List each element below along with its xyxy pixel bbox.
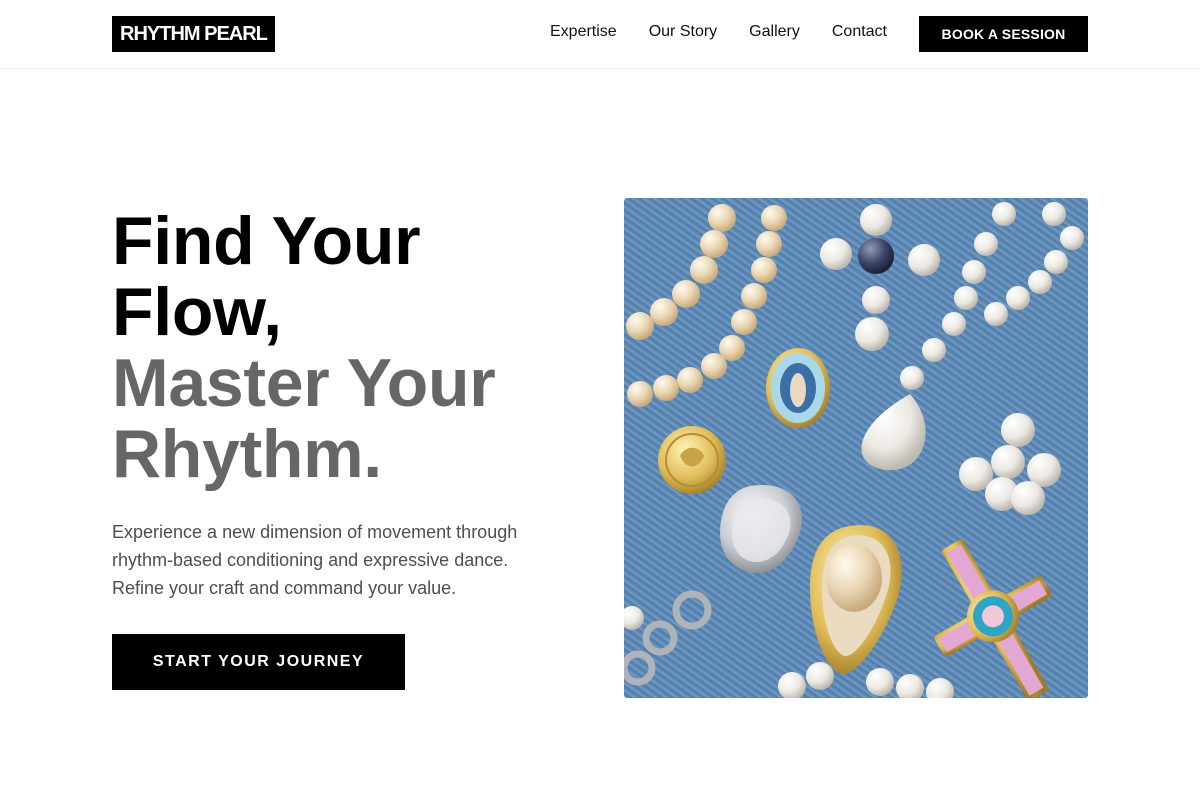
nav-item-expertise[interactable]: Expertise	[550, 22, 617, 42]
site-header: RHYTHM PEARL Expertise Our Story Gallery…	[0, 0, 1200, 69]
hero-image	[624, 198, 1088, 698]
main-nav: Expertise Our Story Gallery Contact	[550, 22, 887, 42]
hero-title-line-3: Master Your	[112, 345, 496, 421]
hero-description: Experience a new dimension of movement t…	[112, 522, 518, 598]
nav-item-contact[interactable]: Contact	[832, 22, 887, 42]
pearl-jewelry-illustration	[624, 198, 1088, 698]
hero-title-line-2: Flow,	[112, 274, 282, 350]
nav-item-our-story[interactable]: Our Story	[649, 22, 717, 42]
hero-title: Find Your Flow, Master Your Rhythm.	[112, 206, 592, 490]
hero-title-line-1: Find Your	[112, 203, 421, 279]
nav-item-gallery[interactable]: Gallery	[749, 22, 800, 42]
hero-title-line-4: Rhythm.	[112, 416, 382, 492]
brand-logo[interactable]: RHYTHM PEARL	[112, 16, 275, 52]
book-session-button[interactable]: BOOK A SESSION	[919, 16, 1088, 52]
start-journey-button[interactable]: START YOUR JOURNEY	[112, 634, 405, 690]
